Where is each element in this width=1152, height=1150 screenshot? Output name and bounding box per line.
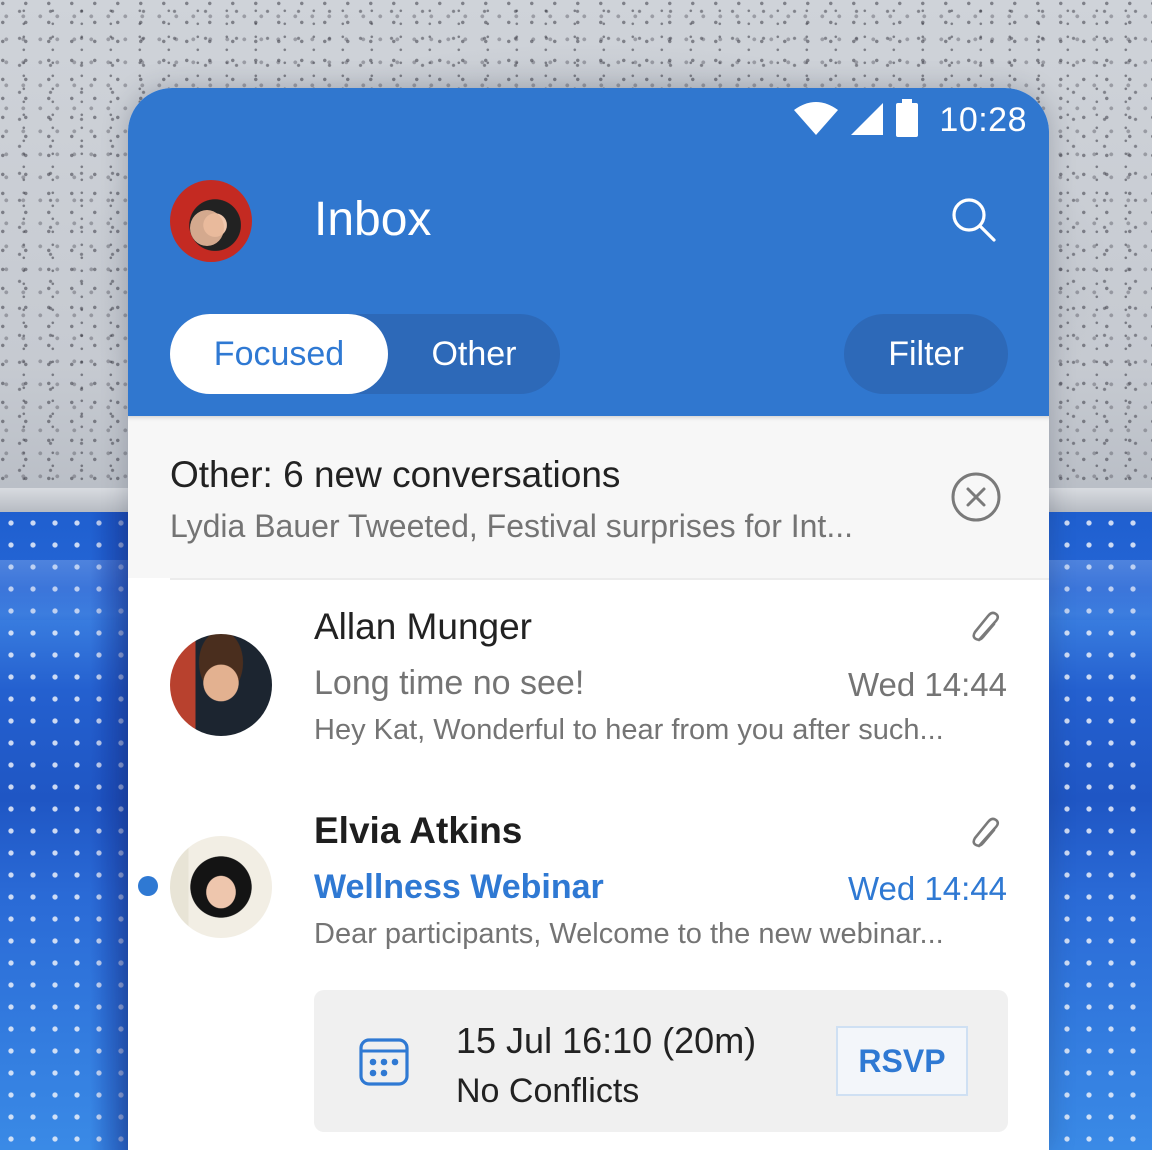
focused-other-pivot: Focused Other	[170, 314, 560, 394]
banner-close-button[interactable]	[950, 471, 1002, 523]
message-subject: Wellness Webinar	[314, 868, 604, 906]
banner-subtitle: Lydia Bauer Tweeted, Festival surprises …	[170, 508, 853, 544]
status-bar: 10:28	[793, 98, 1027, 142]
attachment-icon	[967, 816, 1007, 856]
filter-button[interactable]: Filter	[844, 314, 1008, 394]
unread-indicator	[138, 876, 158, 896]
event-time: 15 Jul 16:10 (20m)	[456, 1020, 757, 1061]
tab-focused[interactable]: Focused	[170, 314, 388, 394]
message-sender: Elvia Atkins	[314, 810, 523, 851]
phone-screen: 10:28 Inbox Focused Other Filter Other: …	[128, 88, 1049, 1150]
background-folder-edge	[90, 512, 128, 1150]
close-circle-icon	[950, 472, 1002, 527]
wifi-icon	[793, 100, 839, 141]
message-time: Wed 14:44	[847, 666, 1007, 703]
message-preview: Hey Kat, Wonderful to hear from you afte…	[314, 714, 944, 746]
cellular-signal-icon	[849, 100, 885, 141]
message-subject: Long time no see!	[314, 664, 585, 702]
search-button[interactable]	[946, 194, 1002, 250]
avatar	[170, 836, 272, 938]
banner-title: Other: 6 new conversations	[170, 454, 621, 495]
tab-other[interactable]: Other	[388, 314, 560, 394]
message-row[interactable]: Allan Munger Long time no see! Wed 14:44…	[128, 580, 1049, 780]
battery-icon	[895, 98, 919, 142]
event-card[interactable]: 15 Jul 16:10 (20m) No Conflicts RSVP	[314, 990, 1008, 1132]
account-avatar[interactable]	[170, 180, 252, 262]
search-icon	[948, 194, 1000, 251]
message-preview: Dear participants, Welcome to the new we…	[314, 918, 944, 950]
message-sender: Allan Munger	[314, 606, 533, 647]
avatar	[170, 634, 272, 736]
app-header: 10:28 Inbox Focused Other Filter	[128, 88, 1049, 416]
calendar-icon	[358, 1036, 410, 1088]
other-inbox-banner[interactable]: Other: 6 new conversations Lydia Bauer T…	[128, 416, 1049, 578]
page-title: Inbox	[314, 193, 432, 246]
event-conflicts: No Conflicts	[456, 1072, 640, 1110]
rsvp-button[interactable]: RSVP	[836, 1026, 968, 1096]
attachment-icon	[967, 610, 1007, 650]
message-time: Wed 14:44	[847, 870, 1007, 907]
status-time: 10:28	[939, 100, 1027, 139]
